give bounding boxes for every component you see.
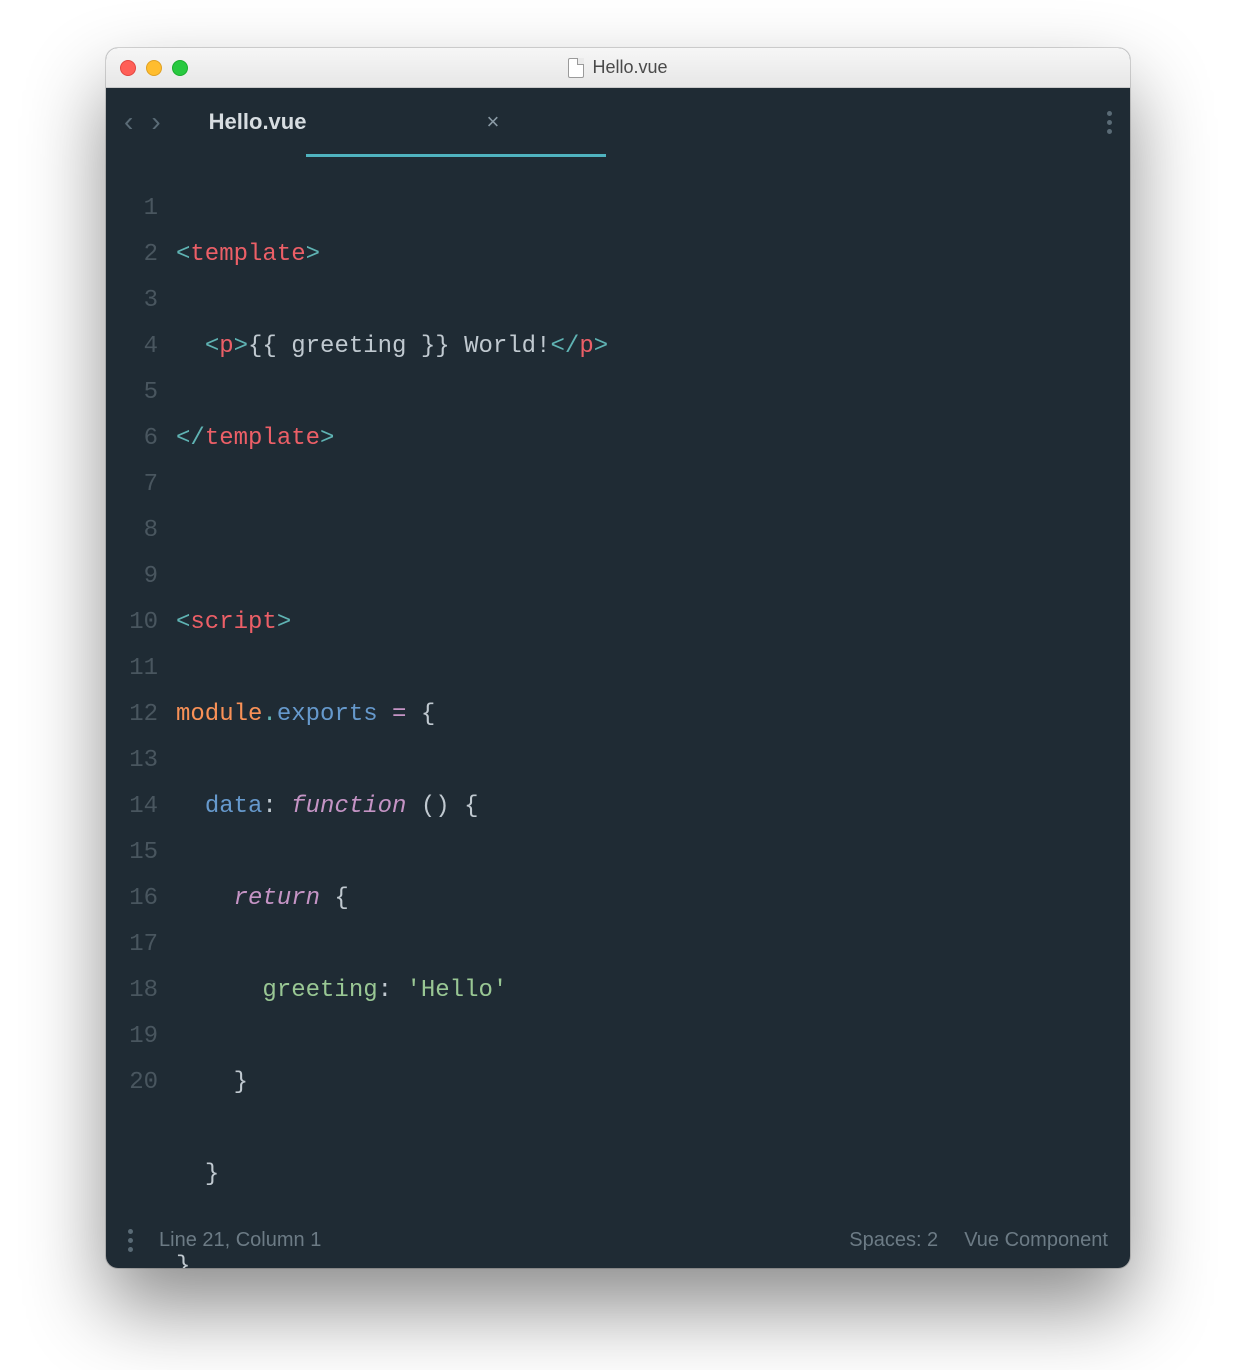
nav-arrows: ‹ › [124, 106, 161, 138]
line-number: 3 [106, 278, 158, 324]
line-number: 12 [106, 692, 158, 738]
window-title: Hello.vue [106, 57, 1130, 78]
line-number: 6 [106, 416, 158, 462]
line-number: 19 [106, 1014, 158, 1060]
line-number: 14 [106, 784, 158, 830]
line-number: 2 [106, 232, 158, 278]
file-icon [568, 58, 584, 78]
line-number: 10 [106, 600, 158, 646]
line-number: 8 [106, 508, 158, 554]
tabbar-menu-icon[interactable] [1107, 111, 1112, 134]
tab-underline [306, 154, 606, 157]
tab-active[interactable]: Hello.vue × [201, 109, 508, 135]
back-button[interactable]: ‹ [124, 106, 133, 138]
statusbar: Line 21, Column 1 Spaces: 2 Vue Componen… [106, 1212, 1130, 1268]
window-title-label: Hello.vue [592, 57, 667, 78]
line-number: 17 [106, 922, 158, 968]
line-number: 1 [106, 186, 158, 232]
code-content[interactable]: <template> <p>{{ greeting }} World!</p> … [176, 186, 1130, 1268]
line-number: 5 [106, 370, 158, 416]
cursor-position[interactable]: Line 21, Column 1 [159, 1229, 321, 1252]
line-number: 9 [106, 554, 158, 600]
line-number: 15 [106, 830, 158, 876]
line-number: 18 [106, 968, 158, 1014]
line-number: 13 [106, 738, 158, 784]
editor-area[interactable]: 1234567891011121314151617181920 <templat… [106, 156, 1130, 1268]
statusbar-menu-icon[interactable] [128, 1229, 133, 1252]
language-mode[interactable]: Vue Component [964, 1229, 1108, 1252]
line-number: 16 [106, 876, 158, 922]
line-number: 20 [106, 1060, 158, 1106]
line-number: 11 [106, 646, 158, 692]
forward-button[interactable]: › [151, 106, 160, 138]
line-number: 4 [106, 324, 158, 370]
editor-window: Hello.vue ‹ › Hello.vue × 12345678910111… [106, 48, 1130, 1268]
indent-setting[interactable]: Spaces: 2 [849, 1229, 938, 1252]
line-number: 7 [106, 462, 158, 508]
gutter: 1234567891011121314151617181920 [106, 186, 176, 1268]
tab-label: Hello.vue [209, 109, 307, 135]
close-tab-icon[interactable]: × [486, 109, 499, 135]
titlebar[interactable]: Hello.vue [106, 48, 1130, 88]
tabbar: ‹ › Hello.vue × [106, 88, 1130, 156]
